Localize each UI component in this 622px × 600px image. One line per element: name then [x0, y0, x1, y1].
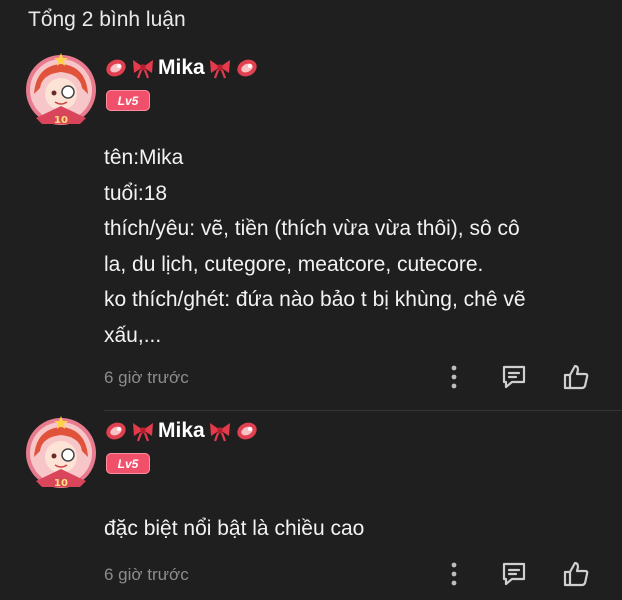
comment-line: la, du lịch, cutegore, meatcore, cutecor…: [104, 252, 484, 276]
meat-icon: [104, 57, 128, 79]
like-icon[interactable]: [561, 362, 591, 392]
svg-text:10: 10: [54, 115, 68, 126]
comment-line: tuổi:18: [104, 181, 168, 205]
avatar[interactable]: 10: [22, 415, 100, 493]
comment-line: thích/yêu: vẽ, tiền (thích vừa vừa thôi)…: [104, 217, 520, 240]
username[interactable]: Mika: [158, 56, 205, 80]
meat-icon: [235, 420, 259, 442]
username-row: Mika: [104, 56, 259, 80]
reply-icon[interactable]: [499, 559, 529, 589]
comment-item: 10 Mika Lv5 đặc biệt nổi bật là chiều ca…: [0, 415, 622, 600]
divider: [104, 410, 622, 411]
username-row: Mika: [104, 419, 259, 443]
username[interactable]: Mika: [158, 419, 205, 443]
more-vertical-icon[interactable]: [439, 559, 469, 589]
bow-icon: [131, 57, 155, 79]
meat-icon: [235, 57, 259, 79]
svg-text:10: 10: [54, 478, 68, 489]
comment-line: ko thích/ghét: đứa nào bảo t bị khùng, c…: [104, 288, 526, 311]
comment-line: đặc biệt nổi bật là chiều cao: [104, 517, 365, 540]
timestamp: 6 giờ trước: [104, 565, 189, 584]
comment-count: Tổng 2 bình luận: [28, 8, 186, 31]
like-icon[interactable]: [561, 559, 591, 589]
comment-line: xấu,...: [104, 323, 162, 347]
level-badge: Lv5: [106, 453, 150, 474]
bow-icon: [208, 420, 232, 442]
level-badge: Lv5: [106, 90, 150, 111]
meat-icon: [104, 420, 128, 442]
timestamp: 6 giờ trước: [104, 368, 189, 387]
comment-item: 10 Mika Lv5 tên:Mika tuổi:18 thích/yêu: …: [0, 52, 622, 412]
reply-icon[interactable]: [499, 362, 529, 392]
comment-line: tên:Mika: [104, 146, 184, 169]
comment-text: đặc biệt nổi bật là chiều cao: [104, 511, 604, 547]
comment-text: tên:Mika tuổi:18 thích/yêu: vẽ, tiền (th…: [104, 140, 604, 353]
bow-icon: [131, 420, 155, 442]
bow-icon: [208, 57, 232, 79]
avatar[interactable]: 10: [22, 52, 100, 130]
more-vertical-icon[interactable]: [439, 362, 469, 392]
